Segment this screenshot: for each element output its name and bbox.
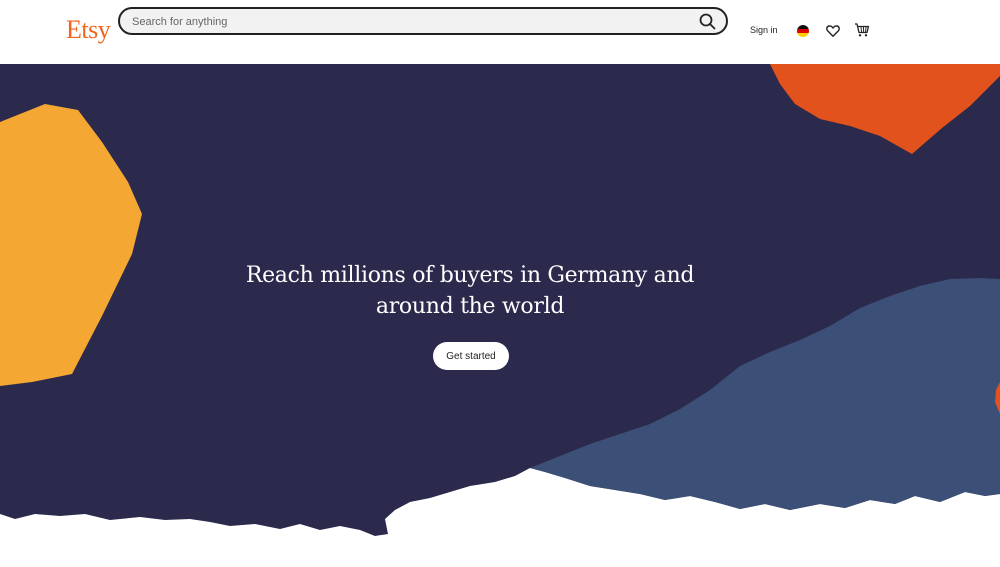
get-started-button[interactable]: Get started <box>433 342 509 370</box>
search-icon[interactable] <box>698 12 718 32</box>
hero-headline: Reach millions of buyers in Germany and … <box>245 263 695 319</box>
search-bar <box>118 7 728 35</box>
sign-in-link[interactable]: Sign in <box>750 25 778 35</box>
site-header: Etsy Sign in <box>0 0 1000 64</box>
germany-flag-icon[interactable] <box>797 25 809 37</box>
cart-icon[interactable] <box>854 22 870 38</box>
search-input[interactable] <box>130 12 694 32</box>
etsy-logo[interactable]: Etsy <box>66 15 111 45</box>
hero-banner: Reach millions of buyers in Germany and … <box>0 64 1000 567</box>
heart-icon[interactable] <box>826 24 840 38</box>
